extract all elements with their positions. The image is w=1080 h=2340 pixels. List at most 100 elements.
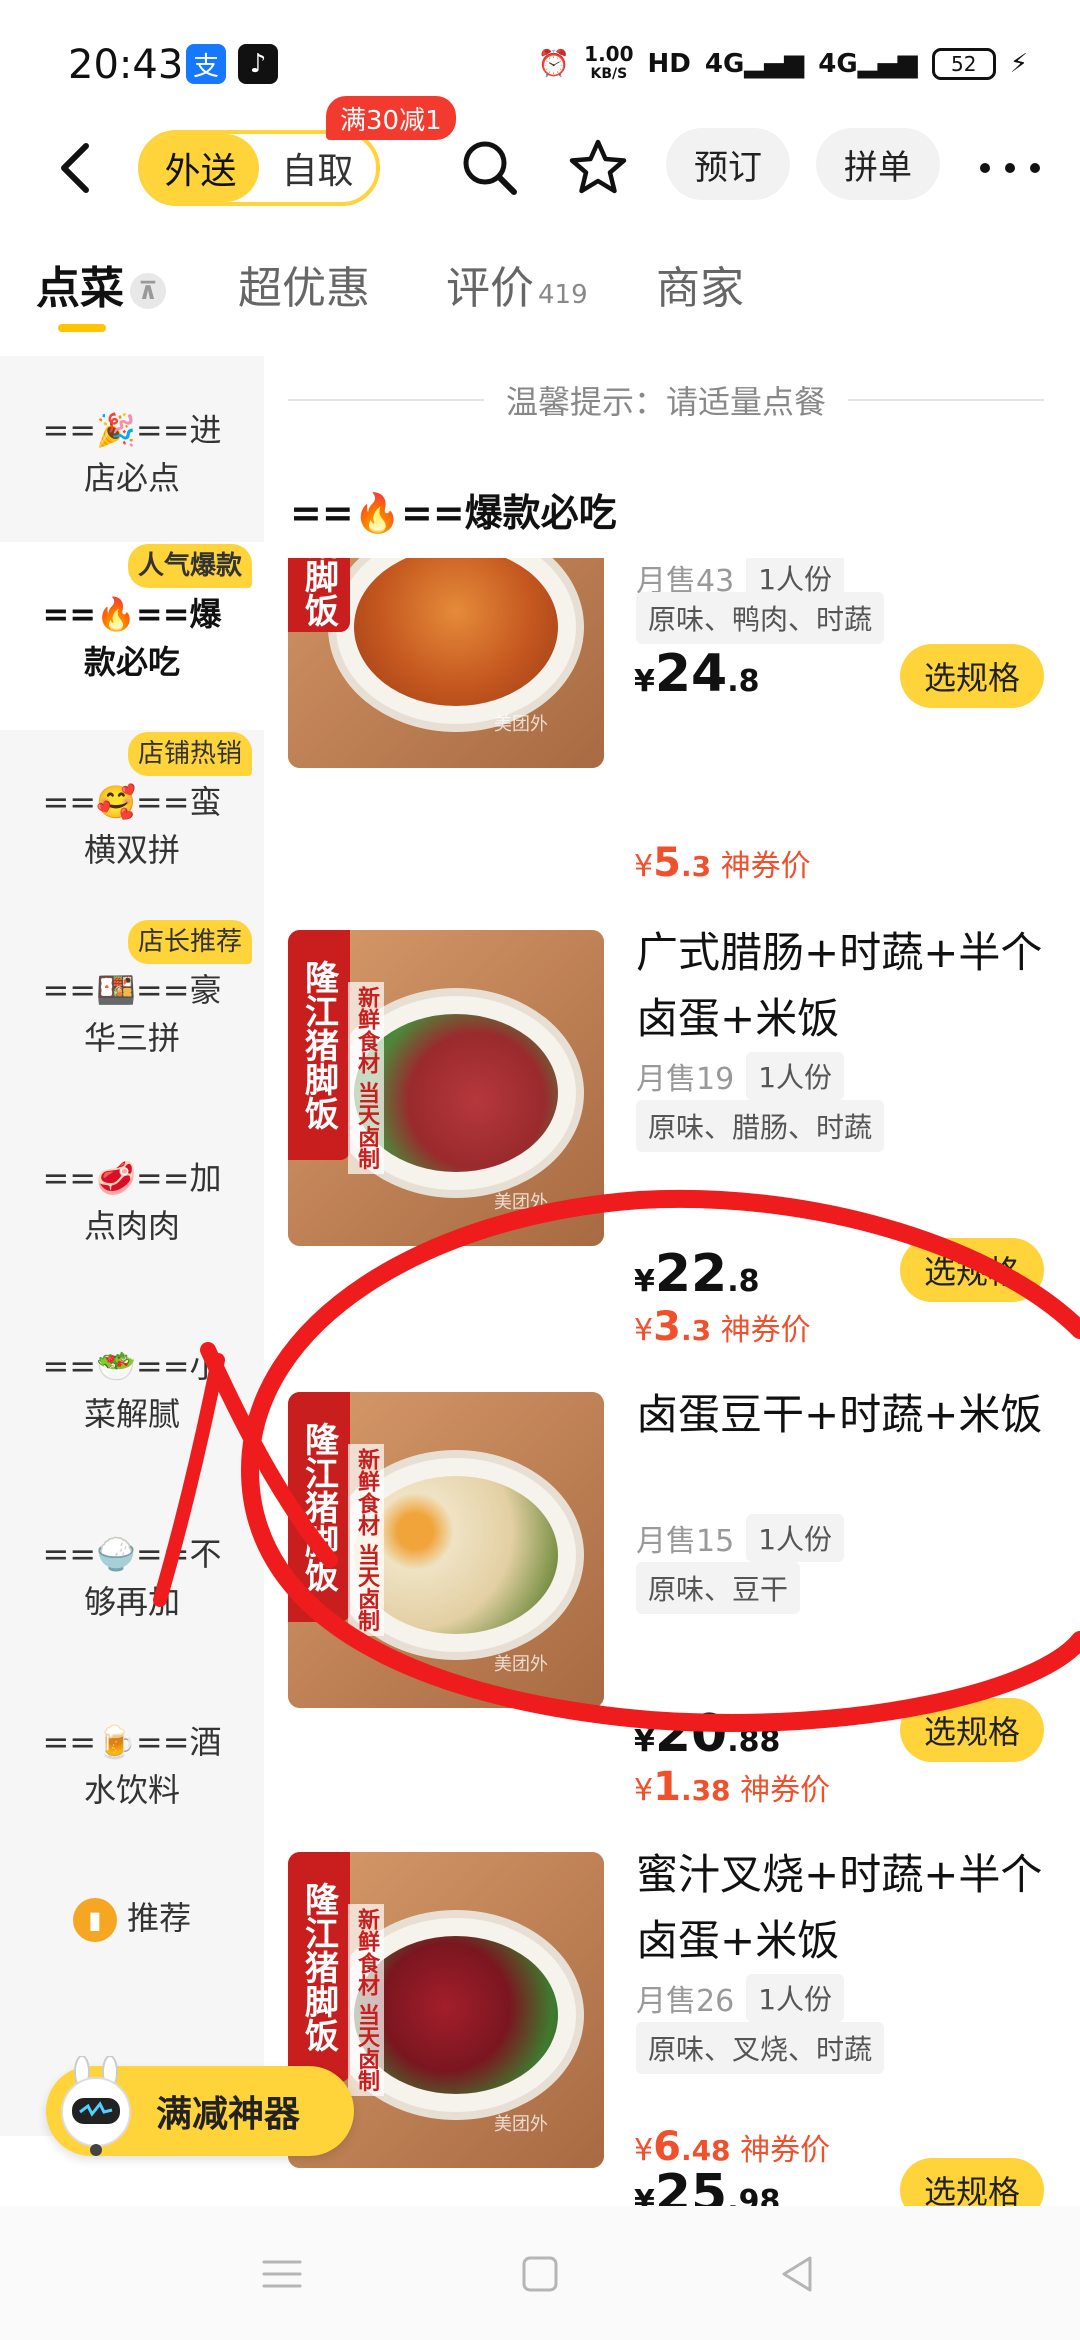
dish-image-subtitle: 新鲜食材 当天卤制 xyxy=(348,1904,384,2096)
alipay-icon: 支 xyxy=(186,44,226,84)
search-icon xyxy=(463,141,517,195)
dish-image[interactable]: 隆江猪脚饭 新鲜食材 当天卤制 美团外 xyxy=(288,930,604,1246)
price-integer: 20 xyxy=(654,1704,728,1764)
sidebar-item-line1: ==🎉==进 xyxy=(42,411,222,449)
portion-tag: 1人份 xyxy=(746,1514,845,1562)
discount-tool-button[interactable]: 满减神器 xyxy=(46,2055,354,2156)
coupon-label: 神券价 xyxy=(740,2133,831,2168)
sales-row: 月售26 1人份 xyxy=(636,1974,845,2022)
menu-list: 温馨提示：请适量点餐 ==🔥==爆款必吃 隆江猪脚饭 美团外 月售43 1人份 … xyxy=(264,356,1080,2224)
sidebar-item-line1: ==🥩==加 xyxy=(42,1159,222,1197)
mode-delivery[interactable]: 外送 xyxy=(142,134,259,202)
flavor-tags: 原味、鸭肉、时蔬 xyxy=(636,592,885,644)
net-speed-unit: KB/S xyxy=(590,66,628,82)
flavor-tags: 原味、腊肠、时蔬 xyxy=(636,1100,885,1152)
dish-image[interactable]: 隆江猪脚饭 新鲜食材 当天卤制 美团外 xyxy=(288,1392,604,1708)
sidebar-item-side-dishes[interactable]: ==🥗==小 菜解腻 xyxy=(0,1294,264,1482)
monthly-sales: 月售19 xyxy=(636,1062,735,1097)
sidebar-item-line2: 够再加 xyxy=(83,1583,180,1621)
more-options-icon[interactable] xyxy=(980,138,1040,198)
sidebar-badge: 店铺热销 xyxy=(127,732,252,776)
home-icon[interactable] xyxy=(516,2250,564,2298)
tab-active-indicator xyxy=(58,324,106,332)
tip-divider-left xyxy=(288,399,484,401)
search-button[interactable] xyxy=(452,130,528,206)
menu-item-card[interactable]: 隆江猪脚饭 新鲜食材 当天卤制 美团外 蜜汁叉烧+时蔬+半个卤蛋+米饭 月售26… xyxy=(288,1776,1068,2168)
select-spec-button[interactable]: 选规格 xyxy=(900,1698,1044,1762)
signal-label-2: 4G xyxy=(818,49,858,79)
flavor-tags: 原味、叉烧、时蔬 xyxy=(636,2022,885,2074)
recommend-icon: ▮ xyxy=(72,1898,117,1942)
back-arrow-icon xyxy=(61,143,89,193)
currency-symbol: ¥ xyxy=(634,1724,655,1759)
reviews-count: 419 xyxy=(538,280,588,310)
watermark: 美团外 xyxy=(494,714,548,735)
dish-image[interactable]: 隆江猪脚饭 美团外 xyxy=(288,558,604,768)
category-sidebar: ==🎉==进 店必点 人气爆款 ==🔥==爆 款必吃 店铺热销 ==🥰==蛮 横… xyxy=(0,356,264,2136)
dish-image-label: 隆江猪脚饭 xyxy=(288,558,350,632)
price: ¥24.8 xyxy=(634,644,760,704)
menu-icon[interactable] xyxy=(258,2250,306,2298)
price-integer: 24 xyxy=(654,644,728,704)
battery-level: 52 xyxy=(951,52,977,76)
dish-image-label: 隆江猪脚饭 xyxy=(288,1852,350,2082)
reserve-button[interactable]: 预订 xyxy=(666,128,790,200)
tab-reviews-label: 评价 xyxy=(446,263,534,314)
dish-image-label: 隆江猪脚饭 xyxy=(288,930,350,1160)
dish-name: 蜜汁叉烧+时蔬+半个卤蛋+米饭 xyxy=(636,1850,1043,1965)
tab-order[interactable]: 点菜 ⊼ xyxy=(36,252,166,316)
coupon-price: ¥6.48 神券价 xyxy=(634,2124,830,2170)
sidebar-item-must-order[interactable]: ==🎉==进 店必点 xyxy=(0,356,264,542)
charging-icon: ⚡ xyxy=(1009,49,1028,79)
coupon-integer: 6 xyxy=(653,2124,681,2170)
menu-item-card[interactable]: 隆江猪脚饭 新鲜食材 当天卤制 美团外 卤蛋豆干+时蔬+米饭 月售15 1人份 … xyxy=(288,1316,1068,1708)
alarm-icon: ⏰ xyxy=(537,49,571,79)
currency-symbol: ¥ xyxy=(634,1264,655,1299)
star-icon xyxy=(569,139,627,194)
portion-tag: 1人份 xyxy=(746,1052,845,1100)
price: ¥20.88 xyxy=(634,1704,780,1764)
back-button[interactable] xyxy=(48,138,108,198)
collapse-icon[interactable]: ⊼ xyxy=(130,273,166,309)
watermark: 美团外 xyxy=(494,1654,548,1675)
sidebar-item-line2: 款必吃 xyxy=(83,643,180,681)
hd-indicator: HD xyxy=(647,49,691,79)
sidebar-item-bestseller[interactable]: 人气爆款 ==🔥==爆 款必吃 xyxy=(0,542,264,730)
sidebar-item-add-more[interactable]: ==🍚==不 够再加 xyxy=(0,1482,264,1670)
tab-merchant[interactable]: 商家 xyxy=(656,252,744,316)
menu-item-card[interactable]: 隆江猪脚饭 美团外 月售43 1人份 原味、鸭肉、时蔬 ¥24.8 选规格 xyxy=(288,558,1068,768)
signal-label-1: 4G xyxy=(704,49,745,79)
status-bar: 20:43 支 ♪ ⏰ 1.00 KB/S HD 4G▂▄▆ 4G▂▄▆ 52 … xyxy=(0,0,1080,130)
sidebar-item-double-combo[interactable]: 店铺热销 ==🥰==蛮 横双拼 xyxy=(0,730,264,918)
sidebar-item-extra-meat[interactable]: ==🥩==加 点肉肉 xyxy=(0,1106,264,1294)
select-spec-button[interactable]: 选规格 xyxy=(900,1238,1044,1302)
promo-badge: 满30减1 xyxy=(326,96,456,140)
battery-icon: 52 xyxy=(931,48,996,80)
select-spec-button[interactable]: 选规格 xyxy=(900,644,1044,708)
delivery-mode-toggle: 外送 自取 xyxy=(138,130,380,206)
menu-item-card[interactable]: 隆江猪脚饭 新鲜食材 当天卤制 美团外 广式腊肠+时蔬+半个卤蛋+米饭 月售19… xyxy=(288,854,1068,1246)
watermark: 美团外 xyxy=(494,2114,548,2135)
tab-deals[interactable]: 超优惠 xyxy=(238,252,370,316)
sidebar-item-recommend[interactable]: ▮ 推荐 xyxy=(0,1858,264,1978)
mode-pickup[interactable]: 自取 xyxy=(259,134,376,202)
group-order-button[interactable]: 拼单 xyxy=(816,128,940,200)
sidebar-item-line2: 华三拼 xyxy=(83,1019,180,1057)
tab-reviews[interactable]: 评价 419 xyxy=(446,252,588,316)
signal-icon-1: 4G▂▄▆ xyxy=(704,49,805,79)
sidebar-item-triple-combo[interactable]: 店长推荐 ==🍱==豪 华三拼 xyxy=(0,918,264,1106)
sidebar-item-line1: ==🔥==爆 xyxy=(42,595,222,633)
dish-image-subtitle: 新鲜食材 当天卤制 xyxy=(348,1444,384,1636)
monthly-sales: 月售15 xyxy=(636,1524,735,1559)
sidebar-item-line1: ==🍚==不 xyxy=(42,1535,222,1573)
sales-row: 月售15 1人份 xyxy=(636,1514,845,1562)
sidebar-item-line1: ==🍱==豪 xyxy=(42,971,222,1009)
favorite-button[interactable] xyxy=(560,130,636,206)
portion-tag: 1人份 xyxy=(746,1974,845,2022)
back-nav-icon[interactable] xyxy=(774,2250,822,2298)
currency-symbol: ¥ xyxy=(634,664,655,699)
sidebar-item-drinks[interactable]: ==🍺==酒 水饮料 xyxy=(0,1670,264,1858)
sidebar-item-line2: 横双拼 xyxy=(83,831,180,869)
system-nav-bar xyxy=(0,2206,1080,2340)
top-nav: 外送 自取 满30减1 预订 拼单 xyxy=(0,96,1080,220)
